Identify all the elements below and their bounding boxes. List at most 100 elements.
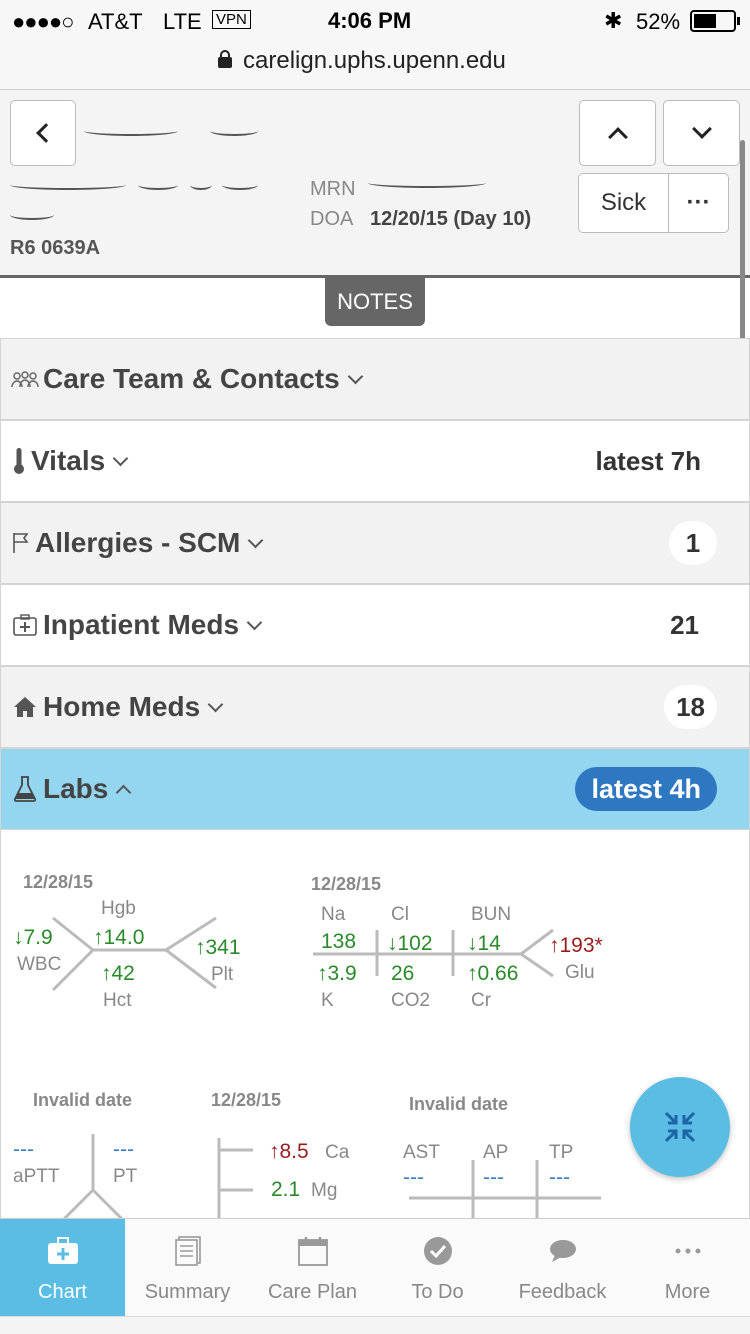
labs-panel: 12/28/15 Hgb ↓7.9 WBC ↑14.0 ↑42 Hct ↑341… xyxy=(0,830,750,1220)
tab-feedback[interactable]: Feedback xyxy=(500,1219,625,1316)
co2-value[interactable]: 26 xyxy=(391,962,414,986)
ast-value[interactable]: --- xyxy=(403,1166,424,1190)
tab-to-do[interactable]: To Do xyxy=(375,1219,500,1316)
notes-tab[interactable]: NOTES xyxy=(325,278,425,326)
cl-value[interactable]: ↓102 xyxy=(387,932,433,956)
section-title: Home Meds xyxy=(43,691,201,722)
medkit-icon xyxy=(11,611,39,639)
section-title: Vitals xyxy=(31,445,106,476)
section-vitals[interactable]: Vitals latest 7h xyxy=(0,420,750,502)
redacted-patient-info-5 xyxy=(10,210,54,220)
section-inpatient-meds[interactable]: Inpatient Meds 21 xyxy=(0,584,750,666)
more-options-button[interactable]: ··· xyxy=(668,173,729,233)
tab-label: More xyxy=(664,1281,711,1303)
section-title: Labs xyxy=(43,773,109,804)
tab-care-plan[interactable]: Care Plan xyxy=(250,1219,375,1316)
redacted-patient-info xyxy=(10,180,126,190)
mg-value[interactable]: 2.1 xyxy=(271,1178,300,1202)
cbc-date: 12/28/15 xyxy=(23,872,94,892)
wbc-value[interactable]: ↓7.9 xyxy=(13,926,53,950)
mg-label: Mg xyxy=(311,1180,338,1201)
next-patient-button[interactable] xyxy=(663,100,740,166)
bun-value[interactable]: ↓14 xyxy=(467,932,501,956)
aptt-value[interactable]: --- xyxy=(13,1138,34,1162)
hgb-value[interactable]: ↑14.0 xyxy=(93,926,144,950)
ellipsis-icon xyxy=(674,1233,702,1269)
network-type: LTE xyxy=(163,9,202,34)
chevron-up-icon xyxy=(116,784,132,800)
ap-value[interactable]: --- xyxy=(483,1166,504,1190)
ca-value[interactable]: ↑8.5 xyxy=(269,1140,309,1164)
section-title: Care Team & Contacts xyxy=(43,363,340,394)
plt-value[interactable]: ↑341 xyxy=(195,936,241,960)
ast-label: AST xyxy=(403,1142,440,1163)
chevron-down-icon xyxy=(112,450,129,466)
vpn-badge: VPN xyxy=(212,10,251,29)
vitals-latest: latest 7h xyxy=(595,445,702,476)
back-button[interactable] xyxy=(10,100,76,166)
hgb-label: Hgb xyxy=(101,898,136,919)
previous-patient-button[interactable] xyxy=(579,100,656,166)
tab-label: To Do xyxy=(411,1281,464,1303)
glu-value[interactable]: ↑193* xyxy=(549,934,603,958)
coag-date: Invalid date xyxy=(33,1090,133,1110)
section-labs[interactable]: Labs latest 4h xyxy=(0,748,750,830)
na-value[interactable]: 138 xyxy=(321,930,356,954)
section-title: Allergies - SCM xyxy=(35,527,241,558)
chevron-down-icon xyxy=(246,614,263,630)
cr-label: Cr xyxy=(471,990,492,1011)
doa-label: DOA xyxy=(310,208,354,230)
allergies-count-badge: 1 xyxy=(669,521,717,565)
home-icon xyxy=(11,693,39,721)
chevron-down-icon xyxy=(691,119,712,139)
sick-button[interactable]: Sick xyxy=(578,173,669,233)
redacted-mrn xyxy=(368,178,486,188)
redacted-patient-name-2 xyxy=(210,126,258,136)
tab-more[interactable]: More xyxy=(625,1219,750,1316)
home-meds-count-badge: 18 xyxy=(664,685,717,729)
na-label: Na xyxy=(321,904,346,925)
plt-label: Plt xyxy=(211,964,234,985)
url-bar[interactable]: carelign.uphs.upenn.edu xyxy=(0,40,750,90)
redacted-patient-name xyxy=(84,126,178,136)
mrn-label: MRN xyxy=(310,178,356,200)
tab-label: Feedback xyxy=(518,1281,607,1303)
tp-label: TP xyxy=(549,1142,574,1163)
collapse-fab-button[interactable] xyxy=(630,1077,730,1177)
redacted-patient-info-3 xyxy=(190,180,212,190)
bottom-tab-bar: Chart Summary Care Plan To Do Feedback M… xyxy=(0,1218,750,1316)
flask-icon xyxy=(11,775,39,803)
redacted-patient-info-4 xyxy=(222,180,258,190)
checkmark-circle-icon xyxy=(423,1233,453,1269)
section-title: Inpatient Meds xyxy=(43,609,240,640)
bun-label: BUN xyxy=(471,904,512,925)
tab-label: Chart xyxy=(38,1281,87,1303)
doa-value: 12/20/15 (Day 10) xyxy=(370,208,532,230)
cr-value[interactable]: ↑0.66 xyxy=(467,962,518,986)
flag-icon xyxy=(11,529,31,557)
signal-strength-icon: ●●●●○ xyxy=(12,9,74,34)
hct-value[interactable]: ↑42 xyxy=(101,962,135,986)
k-value[interactable]: ↑3.9 xyxy=(317,962,357,986)
browser-bottom-bar xyxy=(0,1316,750,1334)
lock-icon xyxy=(218,50,232,68)
redacted-patient-info-2 xyxy=(138,180,178,190)
tab-label: Care Plan xyxy=(268,1281,357,1303)
ca-label: Ca xyxy=(325,1142,350,1163)
url-text[interactable]: carelign.uphs.upenn.edu xyxy=(243,47,506,75)
tab-summary[interactable]: Summary xyxy=(125,1219,250,1316)
tp-value[interactable]: --- xyxy=(549,1166,570,1190)
k-label: K xyxy=(321,990,334,1011)
section-home-meds[interactable]: Home Meds 18 xyxy=(0,666,750,748)
pt-label: PT xyxy=(113,1166,138,1187)
section-care-team[interactable]: Care Team & Contacts xyxy=(0,338,750,420)
pt-value[interactable]: --- xyxy=(113,1138,134,1162)
ap-label: AP xyxy=(483,1142,509,1163)
chevron-left-icon xyxy=(36,123,56,143)
tab-chart[interactable]: Chart xyxy=(0,1219,125,1316)
medical-bag-icon xyxy=(47,1233,79,1269)
carrier-label: AT&T xyxy=(88,9,143,34)
calendar-icon xyxy=(297,1233,328,1269)
section-allergies[interactable]: Allergies - SCM 1 xyxy=(0,502,750,584)
labs-latest-badge: latest 4h xyxy=(575,767,717,811)
